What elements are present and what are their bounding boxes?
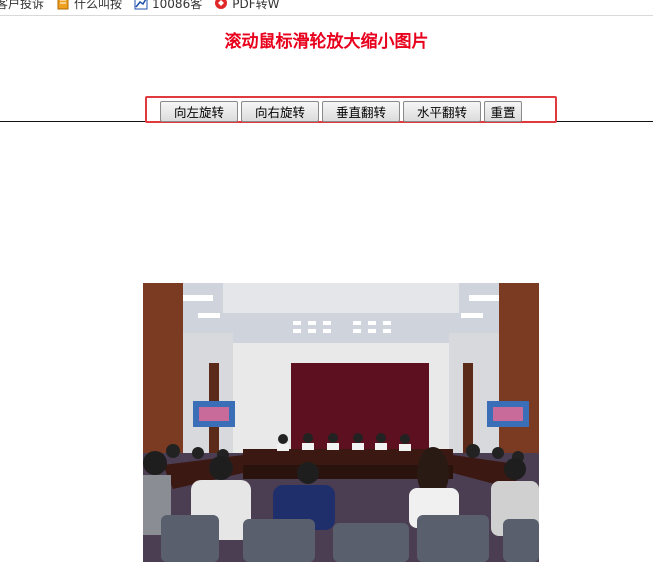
bookmark-item[interactable]: PDF转W (214, 0, 279, 12)
bookmark-label: PDF转W (232, 0, 280, 11)
bookmarks-bar: 客户投诉 什么叫按 10086客 PDF转W (0, 0, 653, 16)
bookmark-label: 客户投诉 (0, 0, 45, 11)
rotate-right-button[interactable]: 向右旋转 (241, 101, 319, 122)
bookmark-item[interactable]: 什么叫按 (56, 0, 122, 12)
pdf-icon (214, 0, 228, 10)
zoomable-photo[interactable] (143, 283, 539, 562)
page-title: 滚动鼠标滑轮放大缩小图片 (224, 32, 429, 52)
bookmark-label: 什么叫按 (74, 0, 123, 11)
flip-horizontal-button[interactable]: 水平翻转 (403, 101, 481, 122)
reset-button[interactable]: 重置 (484, 101, 522, 122)
meeting-photo (143, 283, 539, 562)
image-toolbar: 向左旋转 向右旋转 垂直翻转 水平翻转 重置 (145, 96, 557, 123)
flip-vertical-button[interactable]: 垂直翻转 (322, 101, 400, 122)
bookmark-label: 10086客 (152, 0, 203, 11)
chart-icon (134, 0, 148, 10)
notebook-icon (56, 0, 70, 10)
bookmark-item[interactable]: 10086客 (134, 0, 202, 12)
rotate-left-button[interactable]: 向左旋转 (160, 101, 238, 122)
bookmark-item[interactable]: 客户投诉 (0, 0, 44, 12)
